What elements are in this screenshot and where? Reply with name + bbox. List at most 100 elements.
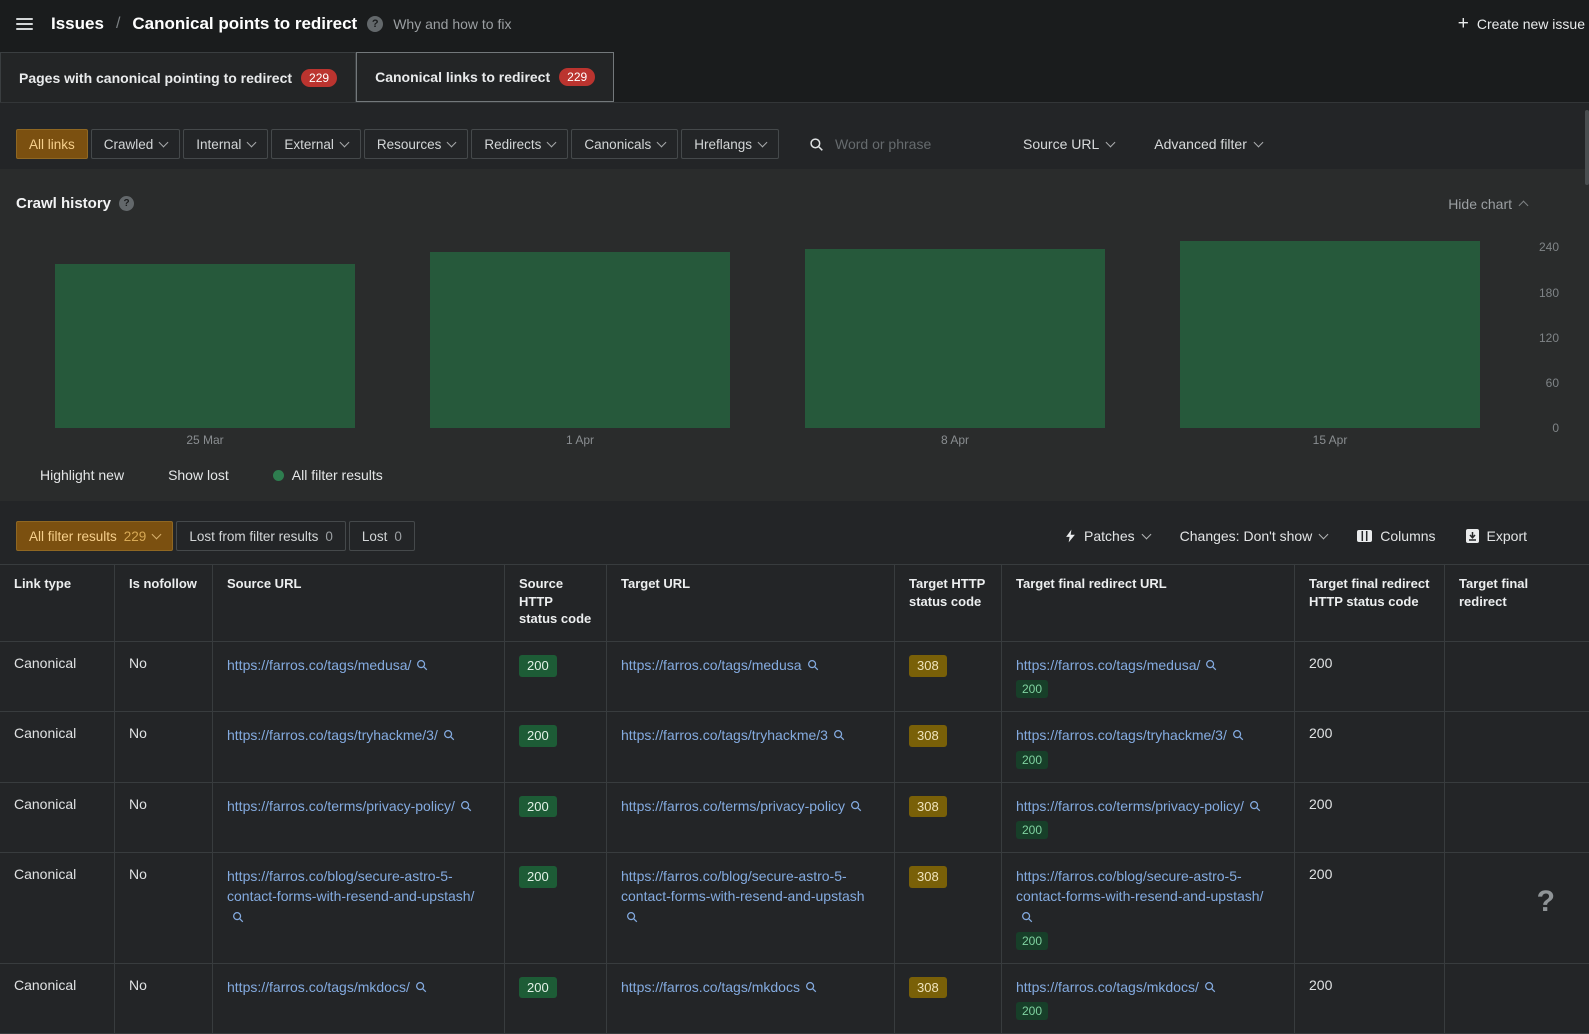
target-final-redirect-url-cell: https://farros.co/terms/privacy-policy/2… bbox=[1002, 783, 1295, 852]
x-axis-label: 1 Apr bbox=[430, 433, 730, 447]
tab-pages-with-canonical[interactable]: Pages with canonical pointing to redirec… bbox=[0, 52, 356, 102]
tab-canonical-links[interactable]: Canonical links to redirect229 bbox=[356, 52, 614, 102]
target-url-link[interactable]: https://farros.co/blog/secure-astro-5-co… bbox=[621, 868, 865, 925]
column-header[interactable]: Is nofollow bbox=[115, 565, 213, 641]
filter-chip-canonicals[interactable]: Canonicals bbox=[571, 129, 678, 159]
chevron-down-icon bbox=[1253, 137, 1263, 147]
patches-label: Patches bbox=[1084, 528, 1135, 544]
chart-bar[interactable] bbox=[55, 264, 355, 428]
target-final-redirect-url-link[interactable]: https://farros.co/blog/secure-astro-5-co… bbox=[1016, 868, 1263, 925]
chevron-down-icon bbox=[247, 137, 257, 147]
target-url-cell: https://farros.co/terms/privacy-policy bbox=[607, 783, 895, 852]
filter-chip-hreflangs[interactable]: Hreflangs bbox=[681, 129, 779, 159]
result-chip-count: 0 bbox=[394, 529, 402, 544]
column-header[interactable]: Target HTTP status code bbox=[895, 565, 1002, 641]
filter-chip-all-links[interactable]: All links bbox=[16, 129, 88, 159]
link-type-cell: Canonical bbox=[0, 712, 115, 781]
chart-bar[interactable] bbox=[805, 249, 1105, 428]
column-header[interactable]: Target URL bbox=[607, 565, 895, 641]
crawl-history-panel: Crawl history ? Hide chart 060120180240 … bbox=[0, 169, 1589, 501]
result-chip-lost[interactable]: Lost0 bbox=[349, 521, 415, 551]
patches-dropdown[interactable]: Patches bbox=[1065, 528, 1150, 544]
result-chip-all-filter-results[interactable]: All filter results229 bbox=[16, 521, 173, 551]
target-final-redirect-extra-cell bbox=[1445, 853, 1589, 963]
status-200-badge: 200 bbox=[519, 796, 557, 818]
filter-chip-crawled[interactable]: Crawled bbox=[91, 129, 181, 159]
magnifier-icon bbox=[807, 659, 819, 671]
highlight-new-toggle[interactable]: Highlight new bbox=[40, 467, 124, 483]
source-url-link[interactable]: https://farros.co/tags/medusa/ bbox=[227, 657, 428, 673]
columns-label: Columns bbox=[1380, 528, 1435, 544]
target-final-redirect-status-cell: 200 bbox=[1295, 783, 1445, 852]
crawl-history-chart: 060120180240 bbox=[16, 232, 1573, 428]
source-url-link[interactable]: https://farros.co/tags/tryhackme/3/ bbox=[227, 727, 455, 743]
filter-chip-resources[interactable]: Resources bbox=[364, 129, 469, 159]
advanced-filter-dropdown[interactable]: Advanced filter bbox=[1154, 136, 1262, 152]
source-url-cell: https://farros.co/tags/medusa/ bbox=[213, 642, 505, 711]
target-url-link[interactable]: https://farros.co/tags/tryhackme/3 bbox=[621, 727, 845, 743]
table-controls: Patches Changes: Don't show Columns Expo… bbox=[1065, 528, 1527, 544]
target-url-cell: https://farros.co/tags/medusa bbox=[607, 642, 895, 711]
help-circle-icon[interactable]: ? bbox=[367, 16, 383, 32]
target-final-redirect-url-link[interactable]: https://farros.co/tags/medusa/ bbox=[1016, 657, 1217, 673]
chart-bar[interactable] bbox=[430, 252, 730, 428]
search-box[interactable] bbox=[809, 135, 983, 153]
chart-bar[interactable] bbox=[1180, 241, 1480, 428]
count-badge: 229 bbox=[559, 68, 595, 86]
hamburger-menu-icon[interactable] bbox=[16, 15, 33, 33]
y-axis-tick: 240 bbox=[1519, 240, 1559, 254]
show-lost-toggle[interactable]: Show lost bbox=[168, 467, 229, 483]
magnifier-icon bbox=[1232, 729, 1244, 741]
column-header[interactable]: Link type bbox=[0, 565, 115, 641]
table-row: CanonicalNohttps://farros.co/tags/mkdocs… bbox=[0, 964, 1589, 1034]
columns-button[interactable]: Columns bbox=[1357, 528, 1435, 544]
breadcrumb-separator: / bbox=[116, 15, 120, 33]
chevron-up-icon bbox=[1519, 201, 1529, 211]
source-url-link[interactable]: https://farros.co/terms/privacy-policy/ bbox=[227, 798, 472, 814]
column-header[interactable]: Target final redirect URL bbox=[1002, 565, 1295, 641]
status-308-badge: 308 bbox=[909, 725, 947, 747]
search-input[interactable] bbox=[833, 135, 983, 153]
crawl-history-title: Crawl history bbox=[16, 195, 111, 212]
filter-chip-redirects[interactable]: Redirects bbox=[471, 129, 568, 159]
magnifier-icon bbox=[443, 729, 455, 741]
source-url-link[interactable]: https://farros.co/blog/secure-astro-5-co… bbox=[227, 868, 474, 925]
create-new-issue-button[interactable]: + Create new issue bbox=[1458, 15, 1585, 34]
target-status-cell: 308 bbox=[895, 964, 1002, 1033]
target-url-link[interactable]: https://farros.co/terms/privacy-policy bbox=[621, 798, 862, 814]
filter-bar: All links Crawled InternalExternalResource… bbox=[16, 129, 1573, 159]
column-header[interactable]: Source HTTP status code bbox=[505, 565, 607, 641]
status-200-mini-badge: 200 bbox=[1016, 1002, 1048, 1020]
column-header[interactable]: Target final redirect bbox=[1445, 565, 1589, 641]
magnifier-icon bbox=[232, 911, 244, 923]
target-final-redirect-url-link[interactable]: https://farros.co/tags/tryhackme/3/ bbox=[1016, 727, 1244, 743]
y-axis-tick: 120 bbox=[1519, 331, 1559, 345]
is-nofollow-cell: No bbox=[115, 964, 213, 1033]
result-chip-lost-from-filter-results[interactable]: Lost from filter results0 bbox=[176, 521, 346, 551]
target-url-cell: https://farros.co/tags/mkdocs bbox=[607, 964, 895, 1033]
column-header[interactable]: Target final redirect HTTP status code bbox=[1295, 565, 1445, 641]
scrollbar-thumb[interactable] bbox=[1585, 110, 1589, 185]
target-url-link[interactable]: https://farros.co/tags/mkdocs bbox=[621, 979, 817, 995]
target-final-redirect-url-link[interactable]: https://farros.co/tags/mkdocs/ bbox=[1016, 979, 1216, 995]
why-and-how-to-fix-link[interactable]: Why and how to fix bbox=[393, 16, 511, 32]
help-circle-icon[interactable]: ? bbox=[119, 196, 134, 211]
x-axis-label: 15 Apr bbox=[1180, 433, 1480, 447]
filter-chip-external[interactable]: External bbox=[271, 129, 361, 159]
table-row: CanonicalNohttps://farros.co/tags/tryhac… bbox=[0, 712, 1589, 782]
target-final-redirect-url-link[interactable]: https://farros.co/terms/privacy-policy/ bbox=[1016, 798, 1261, 814]
source-url-dropdown[interactable]: Source URL bbox=[1023, 136, 1114, 152]
target-url-link[interactable]: https://farros.co/tags/medusa bbox=[621, 657, 819, 673]
filter-chip-label: Crawled bbox=[104, 137, 154, 152]
filter-chip-internal[interactable]: Internal bbox=[183, 129, 268, 159]
x-axis-label: 25 Mar bbox=[55, 433, 355, 447]
column-header[interactable]: Source URL bbox=[213, 565, 505, 641]
source-url-link[interactable]: https://farros.co/tags/mkdocs/ bbox=[227, 979, 427, 995]
y-axis-tick: 180 bbox=[1519, 286, 1559, 300]
export-button[interactable]: Export bbox=[1466, 528, 1527, 544]
hide-chart-button[interactable]: Hide chart bbox=[1448, 196, 1527, 212]
help-button[interactable]: ? bbox=[1537, 885, 1555, 919]
changes-dropdown[interactable]: Changes: Don't show bbox=[1180, 528, 1328, 544]
target-final-redirect-url-cell: https://farros.co/tags/mkdocs/200 bbox=[1002, 964, 1295, 1033]
breadcrumb-issues-link[interactable]: Issues bbox=[51, 14, 104, 34]
